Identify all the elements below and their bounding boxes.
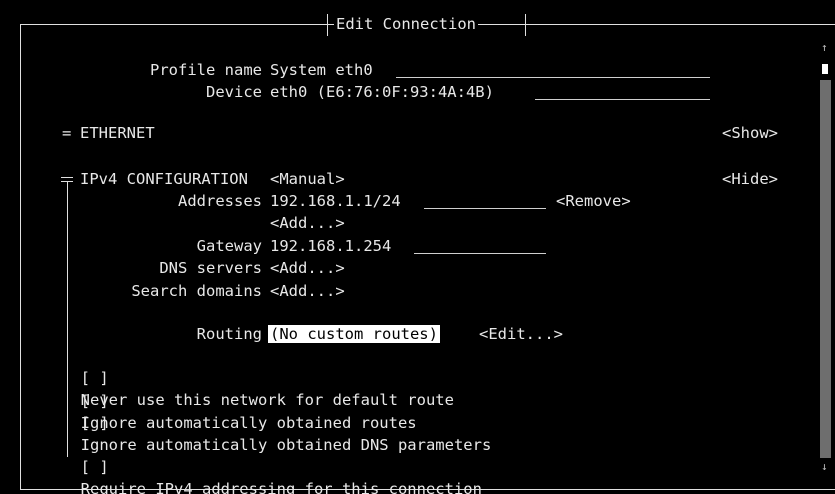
- dialog-title-text: Edit Connection: [336, 15, 476, 33]
- gateway-input[interactable]: 192.168.1.254: [270, 235, 391, 257]
- ipv4-hide-button[interactable]: <Hide>: [722, 168, 778, 190]
- scroll-down-arrow-icon[interactable]: ↓: [821, 461, 828, 473]
- gateway-label: Gateway: [196, 237, 262, 255]
- checkbox-require-ipv4[interactable]: [ ] Require IPv4 addressing for this con…: [62, 434, 482, 494]
- checkbox-box[interactable]: [ ]: [81, 458, 109, 476]
- scroll-up-arrow-icon[interactable]: ↑: [821, 42, 828, 54]
- ipv4-marker-top: [61, 177, 73, 178]
- scrollbar-thumb[interactable]: [822, 64, 828, 74]
- scrollbar-track[interactable]: [820, 80, 831, 458]
- remove-address-button[interactable]: <Remove>: [556, 190, 631, 212]
- add-dns-button[interactable]: <Add...>: [270, 257, 345, 279]
- address-input[interactable]: 192.168.1.1/24: [270, 190, 401, 212]
- search-domains-label: Search domains: [131, 282, 262, 300]
- routing-value-selected[interactable]: (No custom routes): [268, 325, 440, 343]
- checkbox-label: Require IPv4 addressing for this connect…: [80, 480, 482, 494]
- ethernet-show-button[interactable]: <Show>: [722, 122, 778, 144]
- device-underline: [535, 99, 710, 100]
- title-right-tick: [525, 14, 526, 36]
- dns-servers-label: DNS servers: [159, 259, 262, 277]
- routing-edit-button[interactable]: <Edit...>: [479, 323, 563, 345]
- routing-label: Routing: [196, 325, 262, 343]
- device-label: Device: [206, 83, 262, 101]
- profile-name-label: Profile name: [150, 61, 262, 79]
- add-search-domain-button[interactable]: <Add...>: [270, 280, 345, 302]
- addresses-label: Addresses: [178, 192, 262, 210]
- profile-name-input[interactable]: System eth0: [270, 59, 373, 81]
- gateway-underline: [414, 253, 546, 254]
- ethernet-section-label: ETHERNET: [80, 124, 155, 142]
- address-underline: [424, 208, 546, 209]
- ipv4-section-label: IPv4 CONFIGURATION: [80, 170, 248, 188]
- add-address-button[interactable]: <Add...>: [270, 212, 345, 234]
- profile-name-underline: [396, 77, 710, 78]
- device-input[interactable]: eth0 (E6:76:0F:93:4A:4B): [270, 81, 494, 103]
- checkbox-box[interactable]: [ ]: [81, 414, 109, 432]
- ethernet-marker: =: [62, 124, 72, 142]
- title-left-tick: [327, 14, 328, 36]
- ipv4-mode-dropdown[interactable]: <Manual>: [270, 168, 345, 190]
- dialog-title: Edit Connection: [334, 13, 478, 35]
